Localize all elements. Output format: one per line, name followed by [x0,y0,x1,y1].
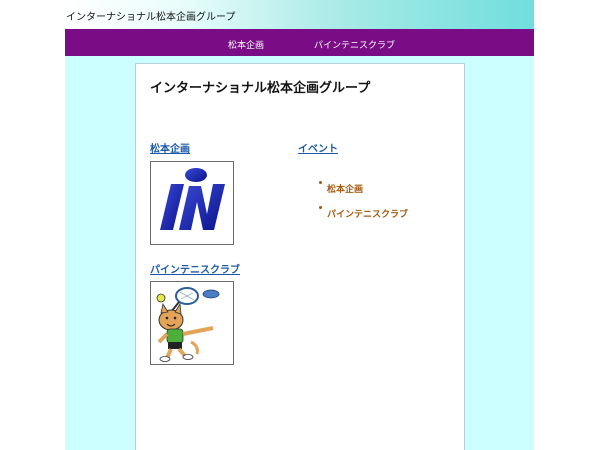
events-list: 松本企画 パインテニスクラブ [319,177,408,227]
event-item-pine-tennis-club: パインテニスクラブ [319,202,408,227]
content-panel: インターナショナル松本企画グループ 松本企画 パインテニスクラブ イベント 松本… [135,63,465,450]
event-item-matsumoto-kikaku: 松本企画 [319,177,408,202]
company-logo-image[interactable] [150,161,234,245]
event-link-pine-tennis-club[interactable]: パインテニスクラブ [327,210,408,220]
section-link-pine-tennis-club[interactable]: パインテニスクラブ [150,261,240,276]
tennis-cat-mascot-image[interactable] [150,281,234,365]
section-link-matsumoto-kikaku[interactable]: 松本企画 [150,140,190,155]
page-title: インターナショナル松本企画グループ [150,81,371,96]
event-link-matsumoto-kikaku[interactable]: 松本企画 [327,185,363,195]
page-frame: インターナショナル松本企画グループ 松本企画 パインテニスクラブ インターナショ… [65,0,534,450]
nav-link-matsumoto-kikaku[interactable]: 松本企画 [228,38,264,51]
nav-link-pine-tennis-club[interactable]: パインテニスクラブ [314,38,395,51]
bullet-icon [319,206,322,209]
top-nav: 松本企画 パインテニスクラブ [65,29,534,56]
site-title: インターナショナル松本企画グループ [66,12,236,23]
bullet-icon [319,181,322,184]
section-link-events[interactable]: イベント [298,140,338,155]
header-banner: インターナショナル松本企画グループ [65,0,534,29]
